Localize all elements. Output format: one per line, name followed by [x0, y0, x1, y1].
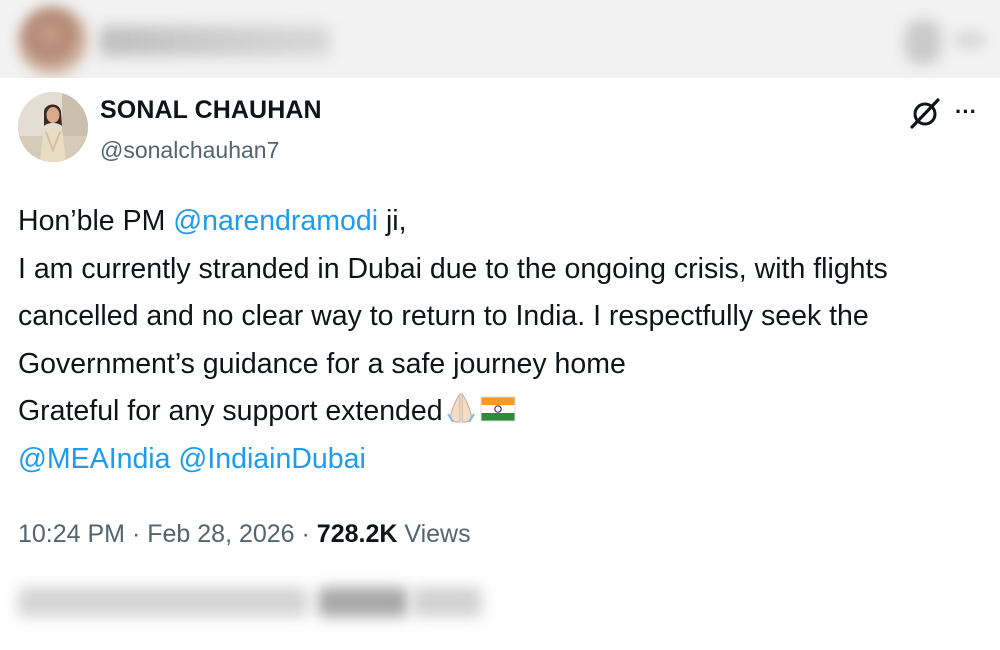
tweet-text-segment: ji, — [378, 205, 407, 237]
tweet-text-segment: Grateful for any support extended — [18, 395, 443, 427]
grok-icon[interactable] — [908, 96, 942, 130]
tweet-text-segment: Hon’ble PM — [18, 205, 174, 237]
views-count: 728.2K — [316, 520, 398, 548]
blurred-next-meta — [0, 575, 1000, 650]
views-label: Views — [397, 520, 471, 548]
author-handle[interactable]: @sonalchauhan7 — [100, 137, 279, 164]
tweet-screenshot: SONAL CHAUHAN @sonalchauhan7 ··· Hon’ble… — [0, 0, 1000, 650]
mention-narendramodi[interactable]: @narendramodi — [173, 205, 378, 237]
mention-meaindia[interactable]: @MEAIndia — [18, 443, 171, 475]
mention-indiaindubai[interactable]: @IndiainDubai — [178, 443, 365, 475]
blurred-text — [318, 587, 408, 617]
blurred-avatar — [18, 6, 88, 76]
tweet-line: I am currently stranded in Dubai due to … — [18, 252, 888, 285]
folded-hands-emoji — [446, 392, 475, 423]
meta-separator: · — [125, 520, 148, 548]
blurred-icon — [905, 20, 941, 64]
blurred-text — [412, 587, 482, 617]
tweet-text: Hon’ble PM @narendramodi ji, I am curren… — [18, 198, 978, 483]
blurred-previous-tweet-header — [0, 0, 1000, 78]
meta-separator: · — [294, 520, 317, 548]
india-flag-emoji — [480, 396, 516, 422]
tweet-line: Grateful for any support extended — [18, 388, 978, 436]
tweet-line: @MEAIndia @IndiainDubai — [18, 436, 978, 484]
tweet-line: cancelled and no clear way to return to … — [18, 300, 869, 332]
tweet-line: Government’s guidance for a safe journey… — [18, 347, 626, 380]
avatar-photo — [18, 92, 88, 162]
tweet-line: Hon’ble PM @narendramodi ji, — [18, 198, 978, 246]
tweet-date[interactable]: Feb 28, 2026 — [147, 520, 294, 548]
tweet-meta: 10:24 PM · Feb 28, 2026 · 728.2K Views — [18, 520, 471, 549]
blurred-icon — [955, 32, 985, 48]
more-icon[interactable]: ··· — [955, 100, 985, 124]
blurred-name — [100, 26, 330, 56]
tweet-time[interactable]: 10:24 PM — [18, 520, 125, 548]
avatar[interactable] — [18, 92, 88, 162]
blurred-text — [18, 587, 308, 617]
author-name[interactable]: SONAL CHAUHAN — [100, 96, 322, 125]
